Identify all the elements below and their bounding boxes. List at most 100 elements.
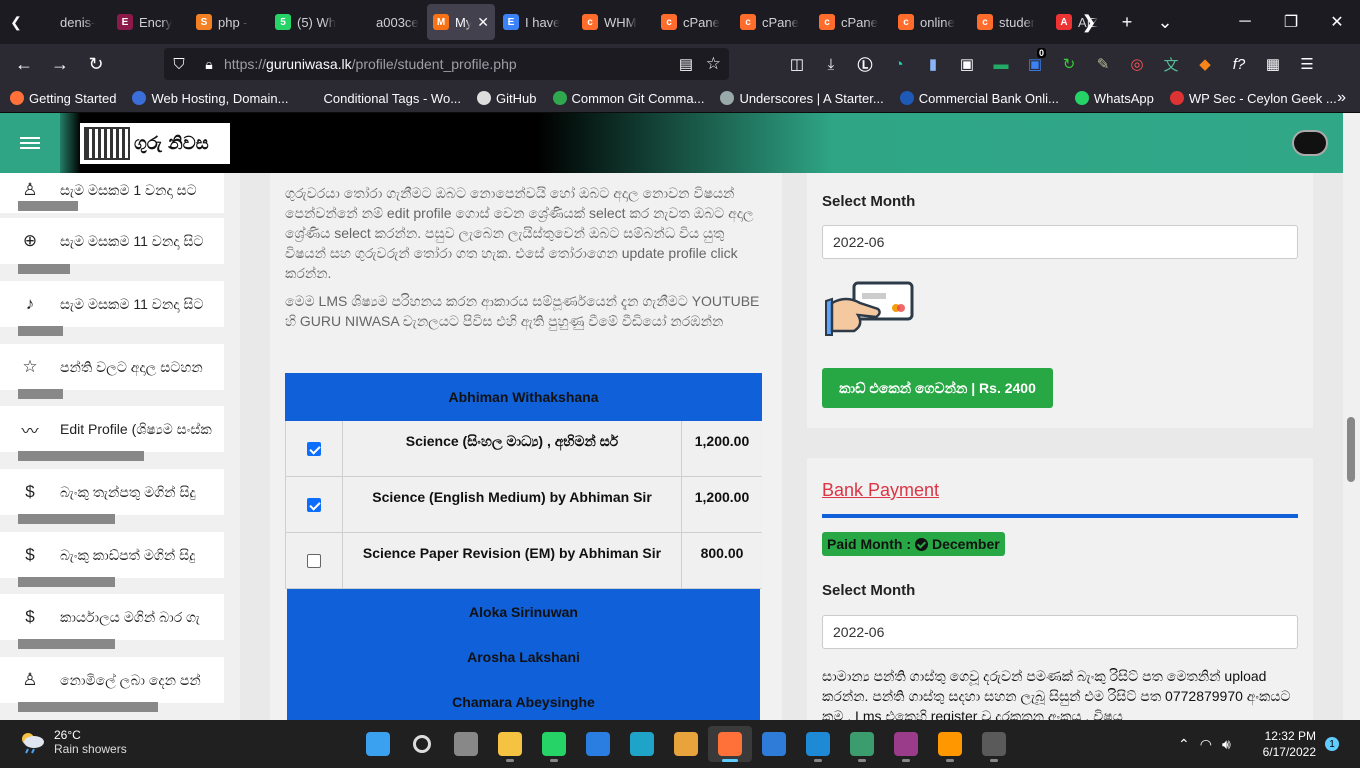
browser-tab[interactable]: c online	[892, 4, 969, 40]
bank-month-select[interactable]: 2022-06	[822, 615, 1298, 649]
formula-icon[interactable]: f?	[1222, 48, 1256, 80]
downloads-icon[interactable]: ⤓	[814, 48, 848, 80]
site-logo[interactable]: ගුරු නිවස	[80, 123, 230, 164]
winrar-icon[interactable]	[884, 726, 928, 762]
vscode-icon[interactable]	[796, 726, 840, 762]
metamask-icon[interactable]: ◆	[1188, 48, 1222, 80]
store-icon[interactable]	[664, 726, 708, 762]
sidebar-item[interactable]: $ බැංකු තැන්පතු මගින් සිදු	[0, 469, 224, 515]
search-icon[interactable]	[400, 726, 444, 762]
clock[interactable]: 12:32 PM 6/17/2022	[1262, 728, 1316, 760]
browser-tab[interactable]: E Encry	[111, 4, 188, 40]
start-icon[interactable]	[356, 726, 400, 762]
account-icon[interactable]: Ⓛ	[848, 48, 882, 80]
browser-tab[interactable]: c studer	[971, 4, 1048, 40]
sidebar-item[interactable]: $ බැංකු කාඩ්පත් මගින් සිදු	[0, 532, 224, 578]
bookmark-item[interactable]: Commercial Bank Onli...	[899, 91, 1059, 106]
reload-icon[interactable]: ↻	[78, 48, 114, 80]
extension-icon[interactable]: ▬	[984, 48, 1018, 80]
browser-tab[interactable]: c WHM	[576, 4, 653, 40]
bookmark-item[interactable]: Getting Started	[10, 91, 116, 106]
mail-icon[interactable]	[576, 726, 620, 762]
task-view-icon[interactable]	[444, 726, 488, 762]
bookmark-item[interactable]: WhatsApp	[1074, 91, 1154, 106]
bookmarks-overflow-icon[interactable]: »	[1337, 89, 1346, 107]
lock-icon[interactable]: 🔒︎	[194, 56, 224, 73]
hamburger-menu-icon[interactable]	[0, 113, 60, 173]
bookmark-star-icon[interactable]: ☆	[706, 54, 721, 74]
tab-list-icon[interactable]: ⌄	[1146, 0, 1184, 44]
page-scrollbar[interactable]	[1343, 113, 1360, 720]
edge-icon[interactable]	[620, 726, 664, 762]
bookmark-item[interactable]: Common Git Comma...	[552, 91, 704, 106]
translate-icon[interactable]: 文	[1154, 48, 1188, 80]
shield-icon[interactable]: ⛉	[164, 56, 194, 73]
screenshot-icon[interactable]: ▣	[950, 48, 984, 80]
tab-favicon-icon: c	[977, 14, 993, 30]
scrollbar-thumb[interactable]	[1347, 417, 1355, 482]
browser-tab[interactable]: c cPane	[734, 4, 811, 40]
sidebar-item[interactable]: ♙ නොමිලේ ලබා දෙන පන්	[0, 657, 224, 703]
sidebar-item[interactable]: $ කාර්යාලය මගින් බාර ගැ	[0, 594, 224, 640]
extension-icon[interactable]: ▣ 0	[1018, 48, 1052, 80]
todo-icon[interactable]	[752, 726, 796, 762]
weather-widget[interactable]: 26°C Rain showers	[18, 728, 127, 756]
whatsapp-icon[interactable]	[532, 726, 576, 762]
bookmark-item[interactable]: Web Hosting, Domain...	[132, 91, 289, 106]
tab-scroll-right-icon[interactable]: ❯	[1070, 0, 1108, 44]
sidebar-item[interactable]: ♪ සැම මසකම 11 වනදා සිට	[0, 281, 224, 327]
volume-icon[interactable]: 🔊︎	[1222, 736, 1231, 753]
avatar[interactable]	[1292, 130, 1328, 156]
firefox-icon[interactable]	[708, 726, 752, 762]
extension-icon[interactable]: ▮	[916, 48, 950, 80]
subject-checkbox[interactable]	[307, 441, 321, 456]
wifi-icon[interactable]: ◠	[1200, 736, 1212, 753]
subject-checkbox[interactable]	[307, 497, 321, 512]
teacher-header[interactable]: Arosha Lakshani	[287, 634, 760, 679]
teacher-header[interactable]: Abhiman Withakshana	[285, 373, 762, 421]
sidebar-item[interactable]: 〰 Edit Profile (ශිෂ්‍යම සංස්ක	[0, 406, 224, 452]
sidebar-item[interactable]: ⊕ සැම මසකම 11 වනදා සිට	[0, 218, 224, 264]
bookmark-item[interactable]: GitHub	[477, 91, 537, 106]
browser-tab[interactable]: E I have	[497, 4, 574, 40]
reader-view-icon[interactable]: ▤	[679, 55, 693, 73]
browser-tab[interactable]: a003ce54-	[348, 4, 425, 40]
bookmark-item[interactable]: Conditional Tags - Wo...	[304, 91, 461, 106]
pay-by-card-button[interactable]: කාඩ් එකෙන් ගෙවන්න | Rs. 2400	[822, 368, 1053, 408]
menu-icon[interactable]: ☰	[1290, 48, 1324, 80]
qr-icon[interactable]: ▦	[1256, 48, 1290, 80]
extension-icon[interactable]: ✎	[1086, 48, 1120, 80]
extension-icon[interactable]: ↻	[1052, 48, 1086, 80]
tray-overflow-icon[interactable]: ⌃	[1178, 736, 1190, 753]
browser-tab[interactable]: c cPane	[655, 4, 732, 40]
teacher-header[interactable]: Aloka Sirinuwan	[287, 589, 760, 634]
minimize-icon[interactable]: ─	[1222, 0, 1268, 44]
url-bar[interactable]: ⛉ 🔒︎ https://guruniwasa.lk/profile/stude…	[164, 48, 729, 80]
close-window-icon[interactable]: ✕	[1314, 0, 1360, 44]
notepad-icon[interactable]	[840, 726, 884, 762]
card-month-select[interactable]: 2022-06	[822, 225, 1298, 259]
pocket-icon[interactable]: ◫	[780, 48, 814, 80]
calculator-icon[interactable]	[972, 726, 1016, 762]
bookmark-item[interactable]: Underscores | A Starter...	[720, 91, 884, 106]
sublime-icon[interactable]	[928, 726, 972, 762]
browser-tab[interactable]: Sphp -	[190, 4, 267, 40]
forward-icon[interactable]: →	[42, 48, 78, 80]
extension-icon[interactable]: ◔	[882, 48, 916, 80]
browser-tab[interactable]: denis-	[32, 4, 109, 40]
teacher-header[interactable]: Chamara Abeysinghe	[287, 679, 760, 720]
sidebar-item[interactable]: ☆ පන්ති වලට අදාල සටහන	[0, 344, 224, 390]
restore-icon[interactable]: ❐	[1268, 0, 1314, 44]
file-explorer-icon[interactable]	[488, 726, 532, 762]
browser-tab[interactable]: M My ✕	[427, 4, 495, 40]
bookmark-item[interactable]: WP Sec - Ceylon Geek ...	[1169, 91, 1337, 106]
new-tab-icon[interactable]: +	[1108, 0, 1146, 44]
subject-checkbox[interactable]	[307, 553, 321, 568]
browser-tab[interactable]: c cPane	[813, 4, 890, 40]
browser-tab[interactable]: 5 (5) Wh	[269, 4, 346, 40]
close-tab-icon[interactable]: ✕	[477, 14, 489, 31]
tab-list-left-icon[interactable]: ❮	[0, 0, 32, 44]
notification-badge[interactable]: 1	[1325, 737, 1339, 751]
extension-icon[interactable]: ◎	[1120, 48, 1154, 80]
back-icon[interactable]: ←	[6, 48, 42, 80]
